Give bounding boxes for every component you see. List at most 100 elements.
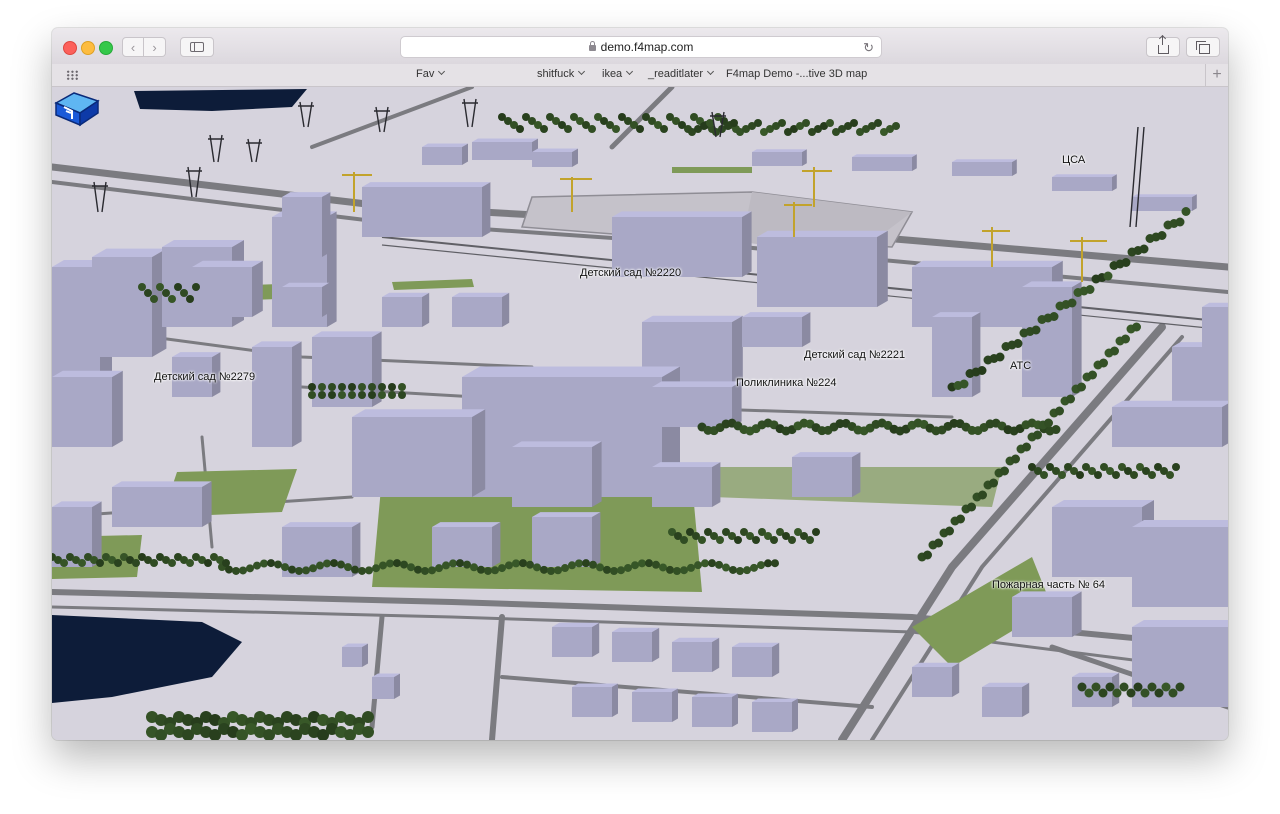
tree	[60, 559, 68, 567]
tabs-icon	[1196, 40, 1210, 54]
building	[252, 341, 302, 447]
map-label-fire-station-64[interactable]: Пожарная часть № 64	[992, 579, 1105, 591]
map-scene[interactable]	[52, 87, 1228, 740]
tree	[967, 502, 976, 512]
fav-item-readitlater[interactable]: _readitlater	[648, 67, 715, 80]
building	[1052, 174, 1117, 191]
chevron-down-icon	[626, 67, 634, 76]
tree	[1040, 471, 1048, 479]
building	[382, 292, 430, 327]
tree	[610, 566, 618, 575]
map-label-kindergarten-2279[interactable]: Детский сад №2279	[154, 371, 255, 383]
new-tab-button[interactable]: +	[1205, 64, 1228, 86]
building	[672, 637, 720, 672]
tree	[636, 125, 644, 133]
address-bar[interactable]: demo.f4map.com ↻	[400, 36, 882, 58]
tree	[348, 391, 356, 399]
building	[352, 409, 486, 497]
tree	[1119, 682, 1129, 692]
map-label-kindergarten-2221[interactable]: Детский сад №2221	[804, 349, 905, 361]
tree	[308, 383, 316, 391]
map-label-polyclinic-224[interactable]: Поликлиника №224	[736, 377, 836, 389]
tree	[540, 125, 548, 133]
building	[742, 312, 811, 347]
minimize-button[interactable]	[81, 41, 95, 55]
tree	[144, 289, 152, 297]
map-label-cca[interactable]: ЦСА	[1062, 154, 1085, 166]
map-label-kindergarten-2220[interactable]: Детский сад №2220	[580, 267, 681, 279]
tree	[826, 119, 834, 127]
tree	[309, 564, 317, 573]
tree	[575, 559, 583, 568]
tree	[150, 559, 158, 567]
building	[652, 462, 721, 507]
building	[752, 149, 807, 166]
building	[1112, 400, 1228, 447]
map-canvas[interactable]: ЦСА Детский сад №2220 Детский сад №2221 …	[52, 87, 1228, 740]
tree	[150, 295, 158, 303]
tree	[716, 536, 724, 544]
f4map-cube-logo[interactable]	[52, 87, 102, 127]
tree	[186, 295, 194, 303]
grid-icon[interactable]	[66, 70, 79, 80]
tree	[1166, 471, 1174, 479]
fav-item-ikea[interactable]: ikea	[602, 67, 634, 80]
tree	[96, 559, 104, 567]
tree	[978, 490, 987, 500]
tree	[407, 563, 415, 572]
tree	[806, 536, 814, 544]
building	[852, 154, 917, 171]
sidebar-button[interactable]	[180, 37, 214, 57]
tree	[547, 566, 555, 575]
tree	[588, 125, 596, 133]
tree	[222, 559, 230, 567]
tree	[180, 289, 188, 297]
fav-label: _readitlater	[648, 68, 704, 80]
tree	[757, 561, 765, 570]
fav-item-f4map-demo[interactable]: F4map Demo -...tive 3D map	[726, 68, 867, 80]
maximize-button[interactable]	[99, 41, 113, 55]
tree	[1168, 688, 1178, 698]
tree	[564, 125, 572, 133]
tree	[398, 383, 406, 391]
chevron-left-icon: ‹	[130, 39, 136, 55]
show-tabs-button[interactable]	[1186, 37, 1220, 57]
tree	[358, 566, 366, 575]
tree	[498, 564, 506, 573]
tree	[505, 561, 513, 570]
back-button[interactable]: ‹	[122, 37, 144, 57]
map-label-atc[interactable]: АТС	[1010, 360, 1031, 372]
tree	[874, 119, 882, 127]
fav-item-fav[interactable]: Fav	[416, 67, 446, 80]
tree	[1011, 454, 1020, 464]
tree	[318, 383, 326, 391]
tree	[1058, 471, 1066, 479]
tree	[850, 119, 858, 127]
building	[757, 230, 888, 307]
tree	[253, 561, 261, 570]
reload-icon[interactable]: ↻	[863, 40, 874, 56]
building	[282, 192, 331, 257]
share-button[interactable]	[1146, 36, 1180, 57]
tree	[1091, 682, 1101, 692]
forward-button[interactable]: ›	[144, 37, 166, 57]
building	[192, 260, 263, 317]
tree	[246, 564, 254, 573]
tree	[596, 563, 604, 572]
building	[752, 698, 798, 732]
tree	[734, 536, 742, 544]
tree	[1161, 682, 1171, 692]
tree	[750, 563, 758, 572]
tree	[603, 565, 611, 574]
fav-item-shitfuck[interactable]: shitfuck	[537, 67, 586, 80]
tree	[1130, 471, 1138, 479]
tree	[956, 514, 965, 524]
tree	[1172, 463, 1180, 471]
tree	[362, 711, 374, 723]
tree	[442, 561, 450, 570]
tree	[368, 383, 376, 391]
building	[512, 441, 602, 507]
tree	[358, 383, 366, 391]
tree	[1076, 471, 1084, 479]
close-button[interactable]	[63, 41, 77, 55]
